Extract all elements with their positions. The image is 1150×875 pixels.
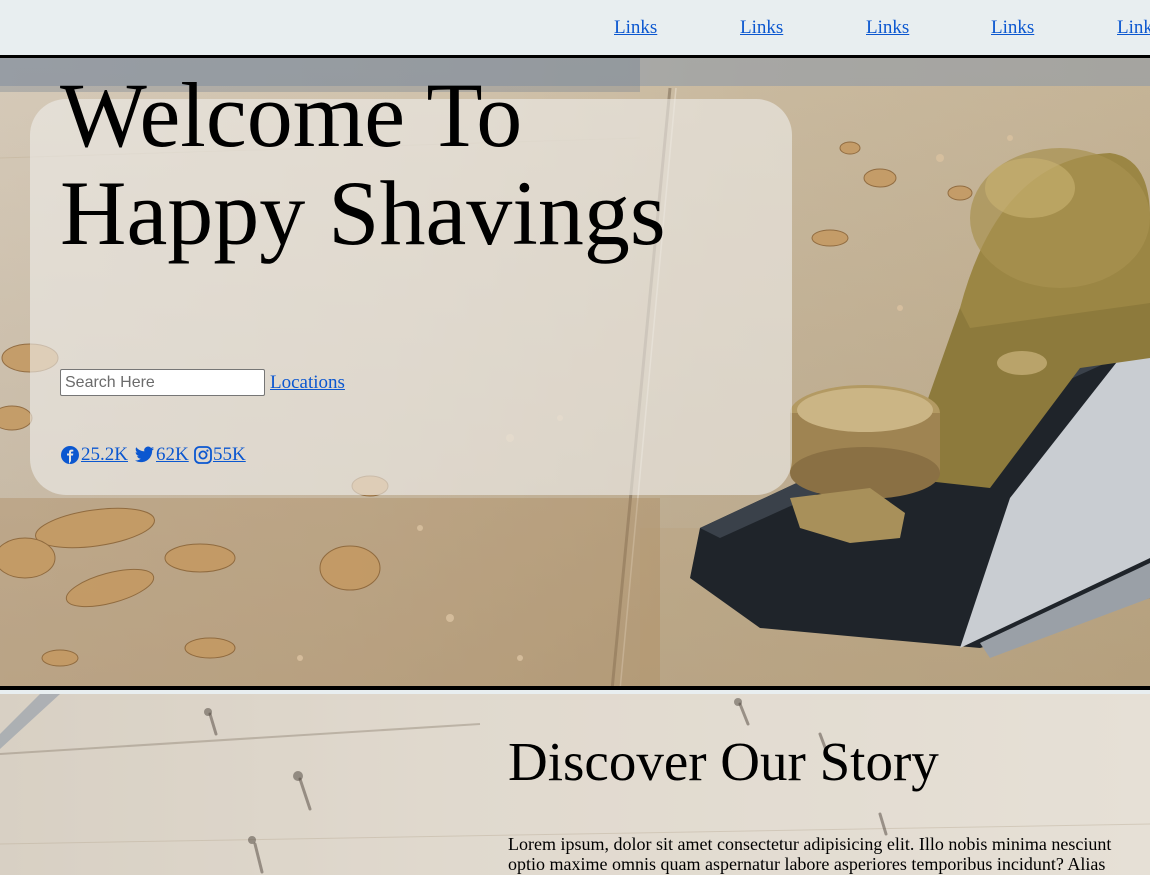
hero-title: Welcome To Happy Shavings <box>60 66 666 262</box>
instagram-count: 55K <box>213 444 246 465</box>
instagram-icon <box>194 446 212 464</box>
hero-title-line2: Happy Shavings <box>60 162 666 264</box>
top-nav: Links Links Links Links Links <box>0 0 1150 58</box>
locations-link[interactable]: Locations <box>270 372 345 394</box>
nav-link-1[interactable]: Links <box>614 17 657 39</box>
facebook-icon <box>60 445 80 465</box>
nav-link-4[interactable]: Links <box>991 17 1034 39</box>
story-line2: optio maxime omnis quam aspernatur labor… <box>508 854 1106 874</box>
facebook-link[interactable]: 25.2K <box>60 444 128 466</box>
nav-link-2[interactable]: Links <box>740 17 783 39</box>
story-title: Discover Our Story <box>508 731 939 792</box>
story-line1: Lorem ipsum, dolor sit amet consectetur … <box>508 834 1112 854</box>
twitter-link[interactable]: 62K <box>134 444 189 466</box>
twitter-icon <box>134 445 155 465</box>
nav-link-5[interactable]: Links <box>1117 17 1150 39</box>
twitter-count: 62K <box>156 444 189 465</box>
facebook-count: 25.2K <box>81 444 128 465</box>
hero-title-line1: Welcome To <box>60 64 523 166</box>
story-section: Discover Our Story Lorem ipsum, dolor si… <box>0 694 1150 875</box>
instagram-link[interactable]: 55K <box>194 444 246 466</box>
search-input[interactable] <box>60 369 265 396</box>
story-paragraph: Lorem ipsum, dolor sit amet consectetur … <box>508 834 1150 874</box>
nav-link-3[interactable]: Links <box>866 17 909 39</box>
